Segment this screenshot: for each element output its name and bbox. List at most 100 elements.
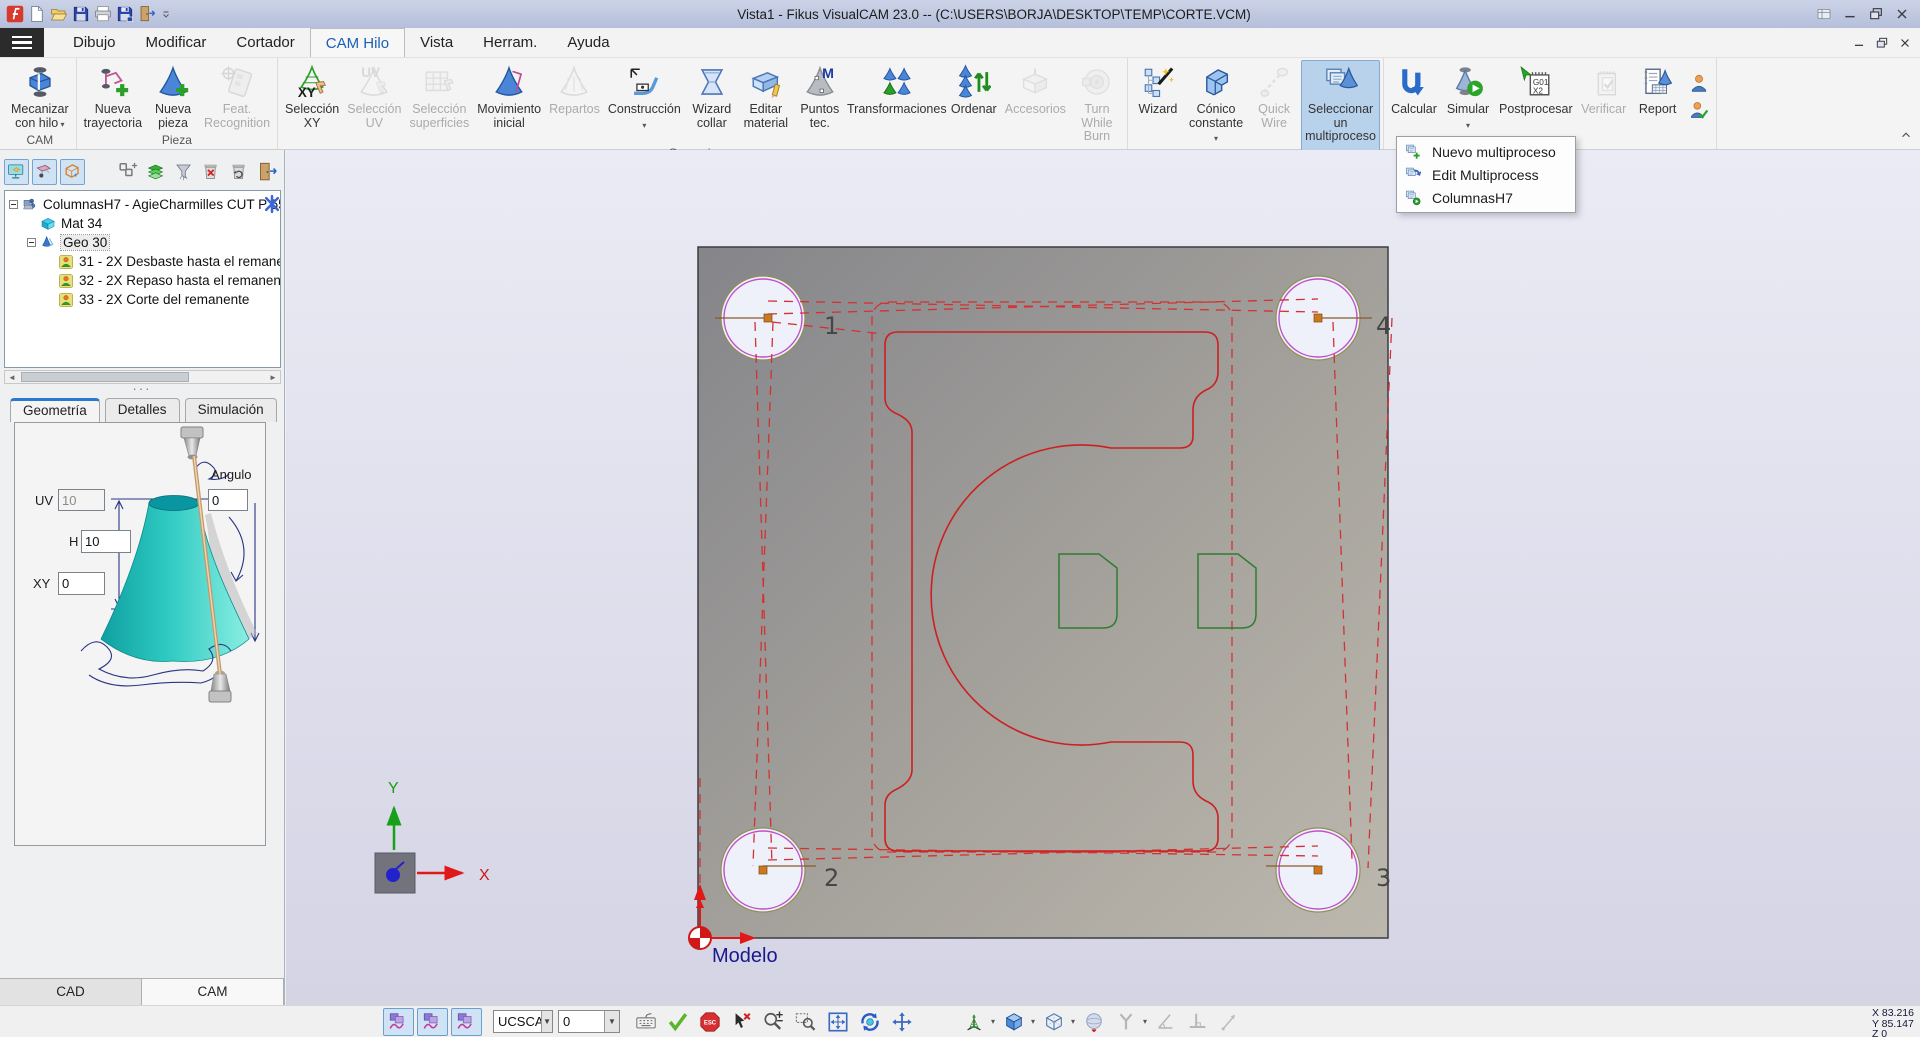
keyboard-input-button[interactable] [633,1009,659,1035]
viewport[interactable]: 1 4 2 3 Modelo Y X [286,150,1920,1005]
menu-item-edit-multiprocess[interactable]: Edit Multiprocess [1397,163,1575,186]
ribbon-button-feat-recognition[interactable]: Feat. Recognition [200,60,274,132]
doc-minimize-button[interactable] [1852,36,1866,50]
ribbon-button-postprocesar[interactable]: G01X2Postprocesar [1495,60,1577,133]
dropdown-arrow-icon[interactable]: ▾ [1031,1017,1035,1026]
ribbon-button-mecanizar-con-hilo[interactable]: Mecanizar con hilo ▾ [7,60,73,132]
ribbon-button-seleccion-xy[interactable]: XYSelección XY [281,60,343,145]
user-check-button[interactable] [1689,100,1709,120]
tab-cad[interactable]: CAD [0,979,142,1005]
model-view[interactable]: 1 4 2 3 Modelo Y X [286,150,1920,1005]
ribbon-button-wizard[interactable]: Wizard [1131,60,1185,160]
snap-line-button[interactable] [1217,1009,1243,1035]
save-file[interactable] [72,5,90,23]
layers-button[interactable] [144,159,169,185]
menu-tab-ayuda[interactable]: Ayuda [552,28,624,57]
menu-item-columnash7[interactable]: ColumnasH7 [1397,186,1575,209]
ribbon-button-seleccionar-un-multiproceso[interactable]: Seleccionar un multiproceso ▾ [1301,60,1380,160]
view-axis-button[interactable] [961,1009,987,1035]
menu-tab-herram[interactable]: Herram. [468,28,552,57]
ribbon-button-construccion[interactable]: Construcción ▾ [604,60,685,145]
zoom-window-button[interactable] [793,1009,819,1035]
minimize-button[interactable] [1842,6,1858,22]
ribbon-button-seleccion-uv[interactable]: UVSelección UV [343,60,405,145]
ribbon-button-nueva-trayectoria[interactable]: Nueva trayectoria [80,60,146,132]
doc-close-button[interactable] [1898,36,1912,50]
h-field[interactable] [81,530,131,553]
ribbon-button-transformaciones[interactable]: Transformaciones [847,60,947,145]
ribbon-button-ordenar[interactable]: Ordenar [947,60,1001,145]
tab-detalles[interactable]: Detalles [105,398,180,422]
expander-icon[interactable] [9,200,18,209]
level-select[interactable]: 0 ▼ [558,1010,620,1033]
collapse-ribbon-icon[interactable] [1898,128,1914,142]
user-button[interactable] [1689,73,1709,93]
dropdown-arrow-icon[interactable]: ▾ [1143,1017,1147,1026]
piece-view-button[interactable] [32,159,57,185]
panel-splitter[interactable]: ··· [0,386,284,398]
xy-field[interactable] [58,572,105,595]
wire-path-toggle-1[interactable] [383,1008,414,1036]
ucs-select[interactable]: UCSCAM ▼ [493,1010,553,1033]
tab-simulacion[interactable]: Simulación [185,398,277,422]
ribbon-button-report[interactable]: Report [1631,60,1685,133]
pan-button[interactable] [889,1009,915,1035]
ribbon-button-editar-material[interactable]: Editar material [739,60,793,145]
close-panel-button[interactable] [255,159,280,185]
tree-item-31-2x-desbaste-has[interactable]: 31 - 2X Desbaste hasta el remanente [5,252,280,271]
menu-tab-modificar[interactable]: Modificar [131,28,222,57]
uv-field[interactable] [58,489,105,511]
dropdown-arrow-icon[interactable]: ▾ [991,1017,995,1026]
angle-field[interactable] [208,489,248,511]
wire-path-toggle-2[interactable] [417,1008,448,1036]
scroll-left-icon[interactable]: ◄ [5,371,19,383]
wireframe-view-button[interactable] [1041,1009,1067,1035]
wire-path-toggle-3[interactable] [451,1008,482,1036]
new-file[interactable] [28,5,46,23]
expander-icon[interactable] [27,238,36,247]
add-link-button[interactable] [116,159,141,185]
ribbon-button-seleccion-superficies[interactable]: Selección superficies [405,60,473,145]
tree-item-columnash7-agiecha[interactable]: ColumnasH7 - AgieCharmilles CUT P 550 Pr [5,195,280,214]
scrollbar-thumb[interactable] [21,372,189,382]
ribbon-button-calcular[interactable]: Calcular [1387,60,1441,133]
close-button[interactable] [1894,6,1910,22]
wire-display-button[interactable] [1113,1009,1139,1035]
level-dropdown-icon[interactable]: ▼ [604,1011,619,1032]
snap-perpendicular-button[interactable] [1185,1009,1211,1035]
ribbon-button-puntos-tec[interactable]: MPuntos tec. [793,60,847,145]
doc-restore-button[interactable] [1875,36,1889,50]
menu-tab-cam-hilo[interactable]: CAM Hilo [310,28,405,57]
cancel-esc-button[interactable]: ESC [697,1009,723,1035]
cam-tree-view-button[interactable] [4,159,29,185]
geometry-view-button[interactable] [60,159,85,185]
ribbon-button-repartos[interactable]: Repartos [545,60,604,145]
confirm-button[interactable] [665,1009,691,1035]
menu-item-nuevo-multiproceso[interactable]: Nuevo multiproceso [1397,140,1575,163]
menu-tab-dibujo[interactable]: Dibujo [58,28,131,57]
save-all[interactable] [116,5,134,23]
restore-button[interactable] [1868,6,1884,22]
ribbon-button-movimiento-inicial[interactable]: Movimiento inicial [473,60,545,145]
exit[interactable] [138,5,156,23]
filter-button[interactable] [172,159,197,185]
ribbon-button-simular[interactable]: Simular ▾ [1441,60,1495,133]
open-file[interactable] [50,5,68,23]
part-surface[interactable] [698,247,1388,938]
tree-item-33-2x-corte-del-re[interactable]: 33 - 2X Corte del remanente [5,290,280,309]
ribbon-button-accesorios[interactable]: Accesorios [1001,60,1070,145]
dock-panel-icon[interactable] [1816,6,1832,22]
zoom-in-out-button[interactable] [761,1009,787,1035]
tab-cam[interactable]: CAM [142,979,284,1005]
ribbon-button-nueva-pieza[interactable]: Nueva pieza [146,60,200,132]
snap-angle-button[interactable] [1153,1009,1179,1035]
ribbon-button-wizard-collar[interactable]: Wizard collar [685,60,739,145]
tab-geometria[interactable]: Geometría [10,398,100,422]
zoom-fit-button[interactable] [825,1009,851,1035]
shaded-view-button[interactable] [1001,1009,1027,1035]
menu-tab-cortador[interactable]: Cortador [221,28,309,57]
app-menu-button[interactable] [0,28,44,57]
ucs-dropdown-icon[interactable]: ▼ [541,1011,552,1032]
print[interactable] [94,5,112,23]
ribbon-button-turn-while-burn[interactable]: Turn While Burn [1070,60,1124,145]
